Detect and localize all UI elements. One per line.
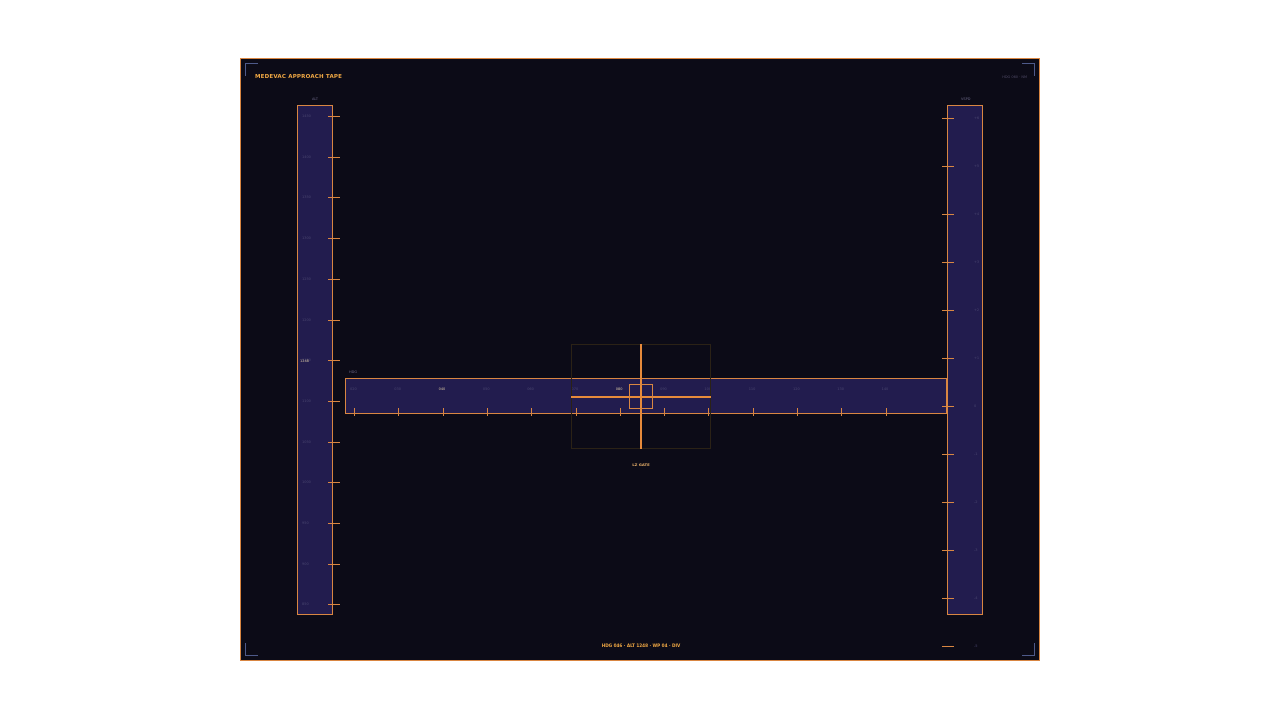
vertical-speed-tape-label: VSPD bbox=[961, 97, 971, 101]
vertical-speed-tick bbox=[942, 454, 954, 455]
vertical-speed-scale-label: -4 bbox=[974, 596, 978, 600]
altitude-tick bbox=[328, 400, 340, 402]
altitude-tick bbox=[328, 156, 340, 158]
heading-scale-label: 130 bbox=[837, 387, 844, 391]
vertical-speed-scale-label: +5 bbox=[974, 164, 980, 168]
altitude-tick bbox=[328, 604, 340, 606]
vertical-speed-scale-label: -2 bbox=[974, 500, 978, 504]
status-readout: HDG 046 · ALT 1248 · WP 04 · DIV bbox=[601, 643, 681, 648]
heading-scale-label: 060 bbox=[527, 387, 534, 391]
vertical-speed-tick bbox=[942, 598, 954, 599]
vertical-speed-scale-label: -3 bbox=[974, 548, 978, 552]
window-meta: HDG 060 · NM bbox=[1002, 75, 1027, 79]
vertical-speed-scale-label: +1 bbox=[974, 356, 980, 360]
altitude-scale-label: 1300 bbox=[302, 236, 311, 241]
altitude-scale-label: 850 bbox=[302, 602, 309, 607]
heading-tick bbox=[752, 408, 754, 416]
altitude-scale-label: 1100 bbox=[302, 398, 311, 403]
altitude-scale-label: 900 bbox=[302, 561, 309, 566]
heading-scale-label: 050 bbox=[482, 387, 490, 391]
heading-scale-label: 110 bbox=[748, 387, 756, 391]
heading-tape-label: HDG bbox=[349, 370, 358, 374]
vertical-speed-tick bbox=[942, 646, 954, 647]
altitude-tick bbox=[328, 441, 340, 443]
altitude-scale-label: 1050 bbox=[302, 439, 311, 444]
altitude-tape-label: ALT bbox=[312, 97, 319, 101]
altitude-scale-label: 1400 bbox=[302, 154, 311, 159]
heading-tick bbox=[841, 408, 843, 416]
altitude-tick bbox=[328, 563, 340, 565]
vertical-speed-scale-label: 0 bbox=[974, 404, 977, 408]
vertical-speed-tape[interactable] bbox=[947, 105, 983, 615]
altitude-scale-label: 950 bbox=[302, 521, 309, 525]
altitude-tick bbox=[328, 197, 340, 199]
heading-scale-label: 040 bbox=[438, 387, 446, 391]
vertical-speed-scale-label: -1 bbox=[974, 452, 978, 456]
heading-tick bbox=[531, 408, 533, 416]
vertical-speed-scale-label: -5 bbox=[974, 644, 978, 648]
heading-tick bbox=[442, 408, 444, 416]
altitude-tick bbox=[328, 278, 340, 280]
altitude-scale-label: 1350 bbox=[302, 195, 311, 200]
heading-scale-label: 120 bbox=[793, 387, 800, 391]
lz-gate-target-box[interactable] bbox=[629, 384, 653, 409]
altitude-scale-label: 1450 bbox=[302, 114, 311, 118]
altitude-tick bbox=[328, 319, 340, 321]
vertical-speed-tick bbox=[942, 262, 954, 263]
altitude-tick bbox=[328, 482, 340, 484]
heading-tick bbox=[486, 408, 488, 416]
corner-bracket-bottom-right bbox=[1022, 643, 1035, 656]
vertical-speed-tick bbox=[942, 118, 954, 119]
heading-tick bbox=[354, 408, 355, 416]
lz-gate-label: LZ GATE bbox=[632, 462, 650, 467]
altitude-scale-label: 1250 bbox=[302, 276, 311, 281]
vertical-speed-tick bbox=[942, 214, 954, 215]
heading-tick bbox=[885, 408, 887, 416]
vertical-speed-tick bbox=[942, 310, 954, 311]
panel-title: MEDEVAC APPROACH TAPE bbox=[255, 74, 343, 80]
heading-tick bbox=[797, 408, 798, 416]
corner-bracket-bottom-left bbox=[245, 643, 258, 656]
vertical-speed-scale-label: +4 bbox=[974, 212, 980, 216]
vertical-speed-scale-label: +2 bbox=[974, 308, 980, 312]
altitude-tick bbox=[328, 116, 340, 117]
altitude-current-readout: 1248 bbox=[300, 359, 309, 363]
vertical-speed-tick bbox=[942, 406, 954, 407]
altitude-tick bbox=[328, 523, 340, 524]
heading-tick bbox=[398, 408, 400, 416]
vertical-speed-scale-label: +3 bbox=[974, 260, 980, 264]
altitude-tick bbox=[328, 238, 340, 240]
vertical-speed-tick bbox=[942, 358, 954, 359]
altitude-tick bbox=[328, 360, 340, 362]
vertical-speed-tick bbox=[942, 502, 954, 503]
vertical-speed-scale-label: +6 bbox=[974, 116, 980, 120]
heading-scale-label: 030 bbox=[394, 387, 401, 391]
approach-tape-panel: MEDEVAC APPROACH TAPE HDG 060 · NM ALT V… bbox=[240, 58, 1040, 661]
altitude-scale-label: 1000 bbox=[302, 480, 311, 485]
altitude-scale-label: 1200 bbox=[302, 317, 311, 322]
vertical-speed-tick bbox=[942, 550, 954, 551]
vertical-speed-tick bbox=[942, 166, 954, 167]
heading-scale-label: 020 bbox=[350, 387, 357, 391]
heading-scale-label: 140 bbox=[881, 387, 889, 391]
